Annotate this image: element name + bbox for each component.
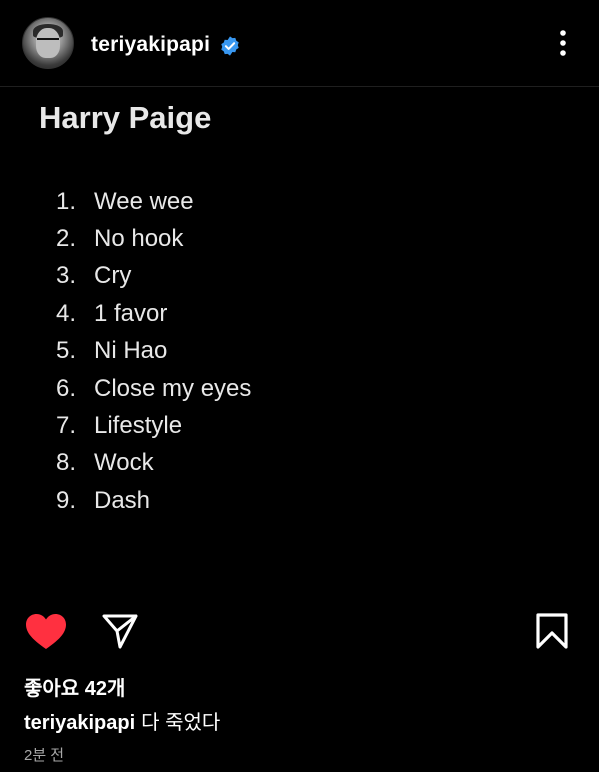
track-item: 9. Dash: [56, 482, 251, 519]
track-name: No hook: [94, 225, 184, 253]
caption-username[interactable]: teriyakipapi: [24, 712, 135, 734]
track-item: 6. Close my eyes: [56, 370, 251, 407]
caption: teriyakipapi 다 죽었다: [24, 706, 220, 735]
track-name: Wock: [94, 449, 154, 477]
track-item: 4. 1 favor: [56, 295, 251, 332]
caption-text: 다 죽었다: [141, 712, 221, 734]
track-item: 1. Wee wee: [56, 183, 251, 220]
avatar[interactable]: [22, 17, 74, 69]
track-number: 8.: [56, 449, 77, 477]
track-name: Close my eyes: [94, 374, 252, 402]
track-number: 3.: [56, 262, 77, 290]
track-name: Lifestyle: [94, 412, 183, 440]
post-timestamp: 2분 전: [24, 747, 65, 764]
track-number: 1.: [56, 187, 77, 215]
avatar-glasses: [37, 38, 59, 46]
track-list: 1. Wee wee 2. No hook 3. Cry 4. 1 favor 5. Ni Hao…: [56, 183, 251, 520]
track-number: 4.: [56, 299, 77, 327]
post-username[interactable]: teriyakipapi: [91, 33, 210, 57]
track-item: 8. Wock: [56, 445, 251, 482]
track-name: 1 favor: [94, 299, 168, 327]
more-vertical-icon[interactable]: [552, 28, 574, 60]
track-number: 9.: [56, 486, 77, 514]
post-header: teriyakipapi: [0, 0, 599, 87]
track-item: 5. Ni Hao: [56, 333, 251, 370]
send-icon[interactable]: [101, 612, 139, 650]
track-number: 6.: [56, 374, 77, 402]
like-count[interactable]: 좋아요 42개: [24, 672, 125, 701]
track-name: Dash: [94, 486, 151, 514]
track-number: 2.: [56, 225, 77, 253]
track-item: 3. Cry: [56, 258, 251, 295]
track-name: Ni Hao: [94, 337, 168, 365]
track-name: Cry: [94, 262, 132, 290]
post-title: Harry Paige: [39, 100, 212, 135]
bookmark-icon[interactable]: [535, 612, 569, 650]
heart-filled-icon[interactable]: [25, 613, 67, 651]
track-item: 7. Lifestyle: [56, 407, 251, 444]
track-name: Wee wee: [94, 187, 194, 215]
track-number: 5.: [56, 337, 77, 365]
track-number: 7.: [56, 412, 77, 440]
track-item: 2. No hook: [56, 220, 251, 257]
verified-badge-icon: [221, 36, 239, 56]
